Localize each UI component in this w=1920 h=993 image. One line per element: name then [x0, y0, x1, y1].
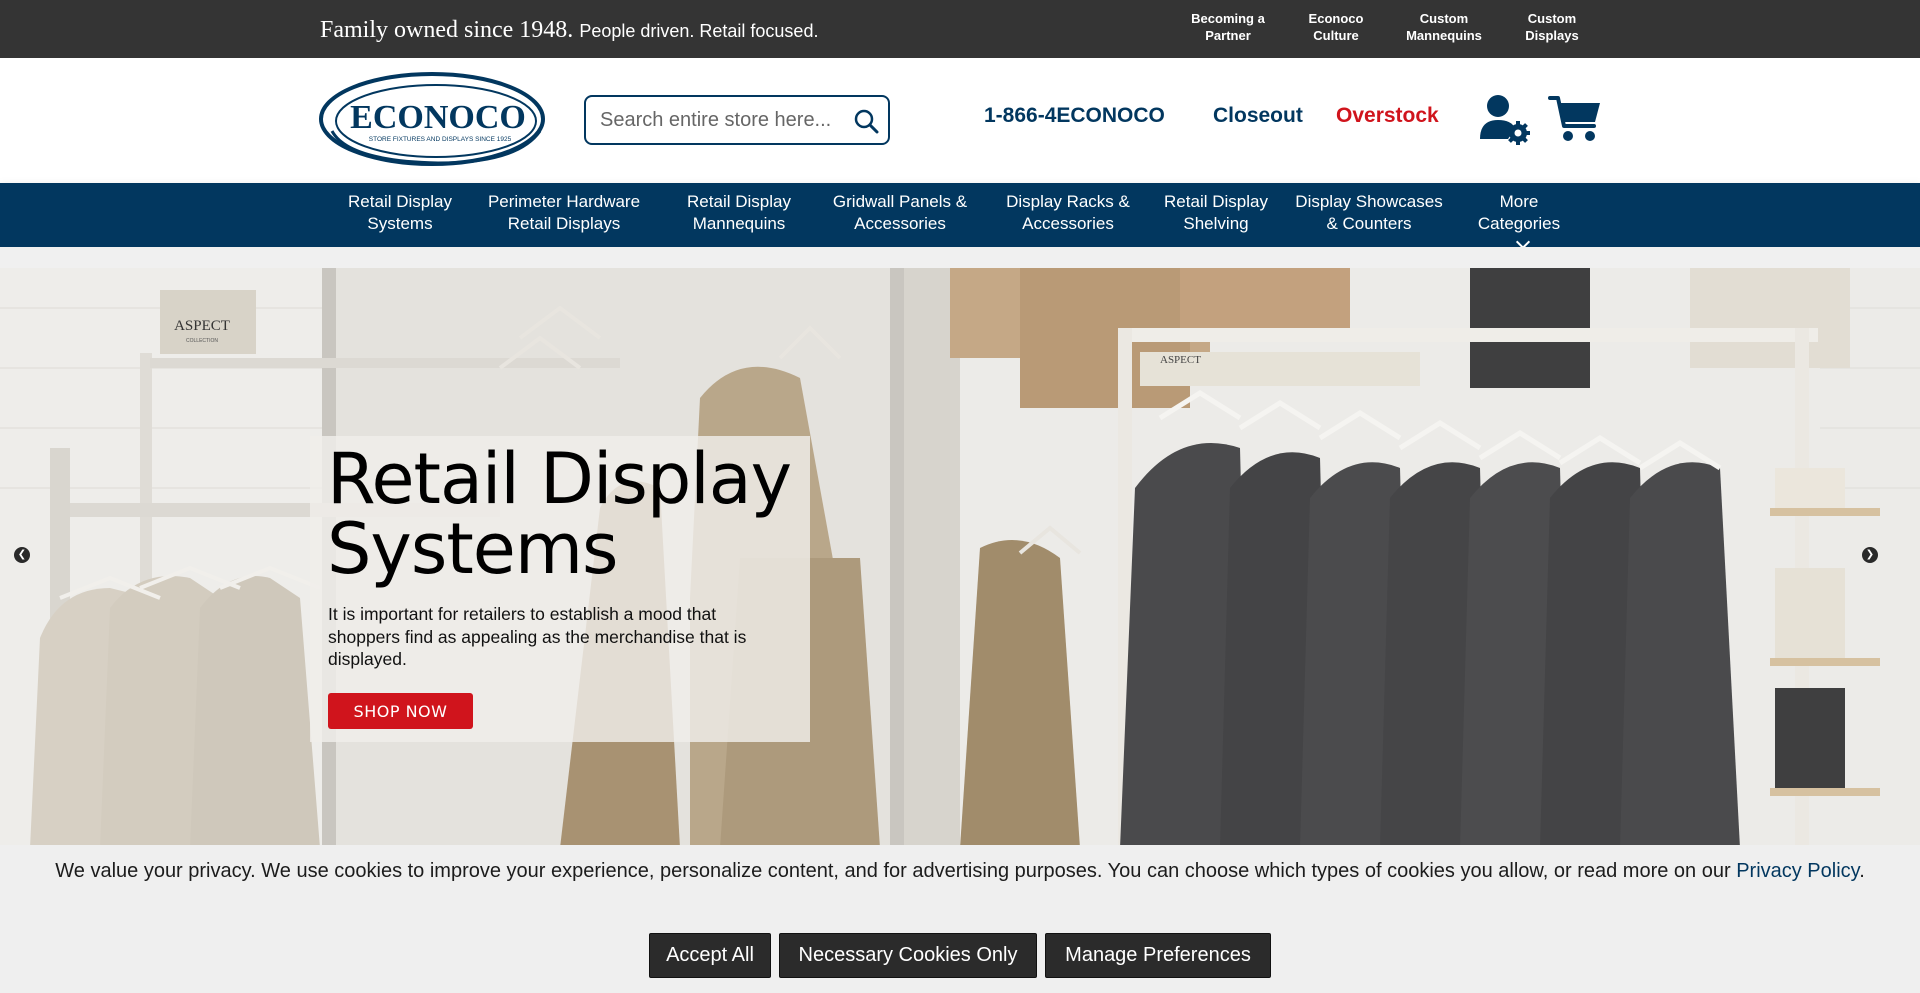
phone-number[interactable]: 1-866-4ECONOCO — [984, 104, 1165, 128]
cookie-banner: We value your privacy. We use cookies to… — [0, 845, 1920, 993]
top-link-custom-mannequins[interactable]: Custom Mannequins — [1396, 10, 1492, 44]
tagline-serif: Family owned since 1948. — [320, 17, 574, 43]
nav-retail-display-systems[interactable]: Retail Display Systems — [340, 191, 460, 235]
nav-label: Accessories — [854, 214, 946, 233]
nav-gridwall-panels[interactable]: Gridwall Panels & Accessories — [822, 191, 978, 235]
main-nav: Retail Display Systems Perimeter Hardware… — [0, 183, 1920, 250]
nav-label: Categories — [1477, 214, 1561, 233]
tagline-sans: People driven. Retail focused. — [579, 21, 819, 41]
hero-section: ASPECT COLLECTION ASPECT Retail Display … — [0, 247, 1920, 848]
search-box — [584, 95, 890, 145]
nav-mannequins[interactable]: Retail Display Mannequins — [678, 191, 800, 235]
top-links: Becoming a Partner Econoco Culture Custom M… — [1180, 10, 1612, 44]
nav-label: Retail Display — [687, 192, 791, 211]
closeout-link[interactable]: Closeout — [1213, 104, 1303, 128]
cookie-text-end: . — [1859, 860, 1865, 882]
hero-card: Retail Display Systems It is important f… — [310, 436, 810, 742]
logo-subtext: STORE FIXTURES AND DISPLAYS SINCE 1925 — [369, 136, 512, 143]
hero-title-line: Retail Display — [327, 438, 792, 520]
nav-shelving[interactable]: Retail Display Shelving — [1156, 191, 1276, 235]
nav-label: & Counters — [1326, 214, 1412, 233]
top-link-culture[interactable]: Econoco Culture — [1288, 10, 1384, 44]
top-link-line: Custom — [1419, 11, 1469, 26]
privacy-policy-link[interactable]: Privacy Policy — [1736, 860, 1859, 882]
top-link-line: Culture — [1313, 28, 1359, 43]
necessary-cookies-button[interactable]: Necessary Cookies Only — [779, 933, 1037, 978]
hero-sign-left: ASPECT — [174, 318, 230, 334]
nav-label: Display Racks & — [1006, 192, 1130, 211]
top-link-line: Partner — [1205, 28, 1251, 43]
nav-label: Retail Displays — [507, 214, 621, 233]
carousel-prev-icon[interactable]: ❮ — [14, 547, 30, 563]
nav-perimeter-hardware[interactable]: Perimeter Hardware Retail Displays — [476, 191, 652, 235]
accept-all-button[interactable]: Accept All — [649, 933, 771, 978]
hero-image: ASPECT COLLECTION ASPECT — [0, 268, 1920, 848]
cookie-text: We value your privacy. We use cookies to… — [55, 860, 1731, 882]
logo-text: ECONOCO — [350, 99, 526, 136]
nav-label: Retail Display — [1164, 192, 1268, 211]
nav-display-racks[interactable]: Display Racks & Accessories — [998, 191, 1138, 235]
search-input[interactable] — [600, 107, 850, 133]
top-link-partner[interactable]: Becoming a Partner — [1180, 10, 1276, 44]
overstock-link[interactable]: Overstock — [1336, 104, 1439, 128]
hero-banner: ASPECT COLLECTION ASPECT Retail Display … — [0, 268, 1920, 848]
shop-now-button[interactable]: SHOP NOW — [328, 693, 473, 729]
site-header: ECONOCO STORE FIXTURES AND DISPLAYS SINC… — [0, 58, 1920, 183]
hero-title-line: Systems — [327, 508, 619, 590]
nav-label: Systems — [367, 214, 433, 233]
top-link-custom-displays[interactable]: Custom Displays — [1504, 10, 1600, 44]
manage-preferences-button[interactable]: Manage Preferences — [1045, 933, 1271, 978]
nav-label: Perimeter Hardware — [487, 192, 641, 211]
hero-sign-left-sub: COLLECTION — [186, 338, 218, 344]
top-link-line: Custom — [1527, 11, 1577, 26]
nav-label: More — [1499, 192, 1539, 211]
cart-icon[interactable] — [1548, 94, 1602, 144]
nav-label: Retail Display — [348, 192, 452, 211]
hero-title: Retail Display Systems — [327, 438, 792, 590]
nav-label: Accessories — [1022, 214, 1114, 233]
top-link-line: Mannequins — [1406, 28, 1482, 43]
search-icon[interactable] — [852, 107, 880, 135]
nav-label: Mannequins — [692, 214, 786, 233]
nav-label: Display Showcases — [1295, 192, 1443, 211]
top-link-line: Becoming a — [1191, 11, 1265, 26]
top-bar: Family owned since 1948. People driven. … — [0, 0, 1920, 58]
nav-label: Shelving — [1183, 214, 1249, 233]
hero-sign-right: ASPECT — [1160, 354, 1201, 366]
econoco-logo[interactable]: ECONOCO STORE FIXTURES AND DISPLAYS SINC… — [318, 71, 546, 167]
top-link-line: Econoco — [1308, 11, 1364, 26]
carousel-next-icon[interactable]: ❯ — [1862, 547, 1878, 563]
nav-showcases-counters[interactable]: Display Showcases & Counters — [1284, 191, 1454, 235]
top-link-line: Displays — [1525, 28, 1579, 43]
account-icon[interactable] — [1478, 93, 1530, 145]
tagline: Family owned since 1948. People driven. … — [320, 17, 818, 44]
hero-description: It is important for retailers to establi… — [328, 604, 747, 669]
nav-label: Gridwall Panels & — [832, 192, 968, 211]
cookie-message: We value your privacy. We use cookies to… — [10, 858, 1910, 885]
